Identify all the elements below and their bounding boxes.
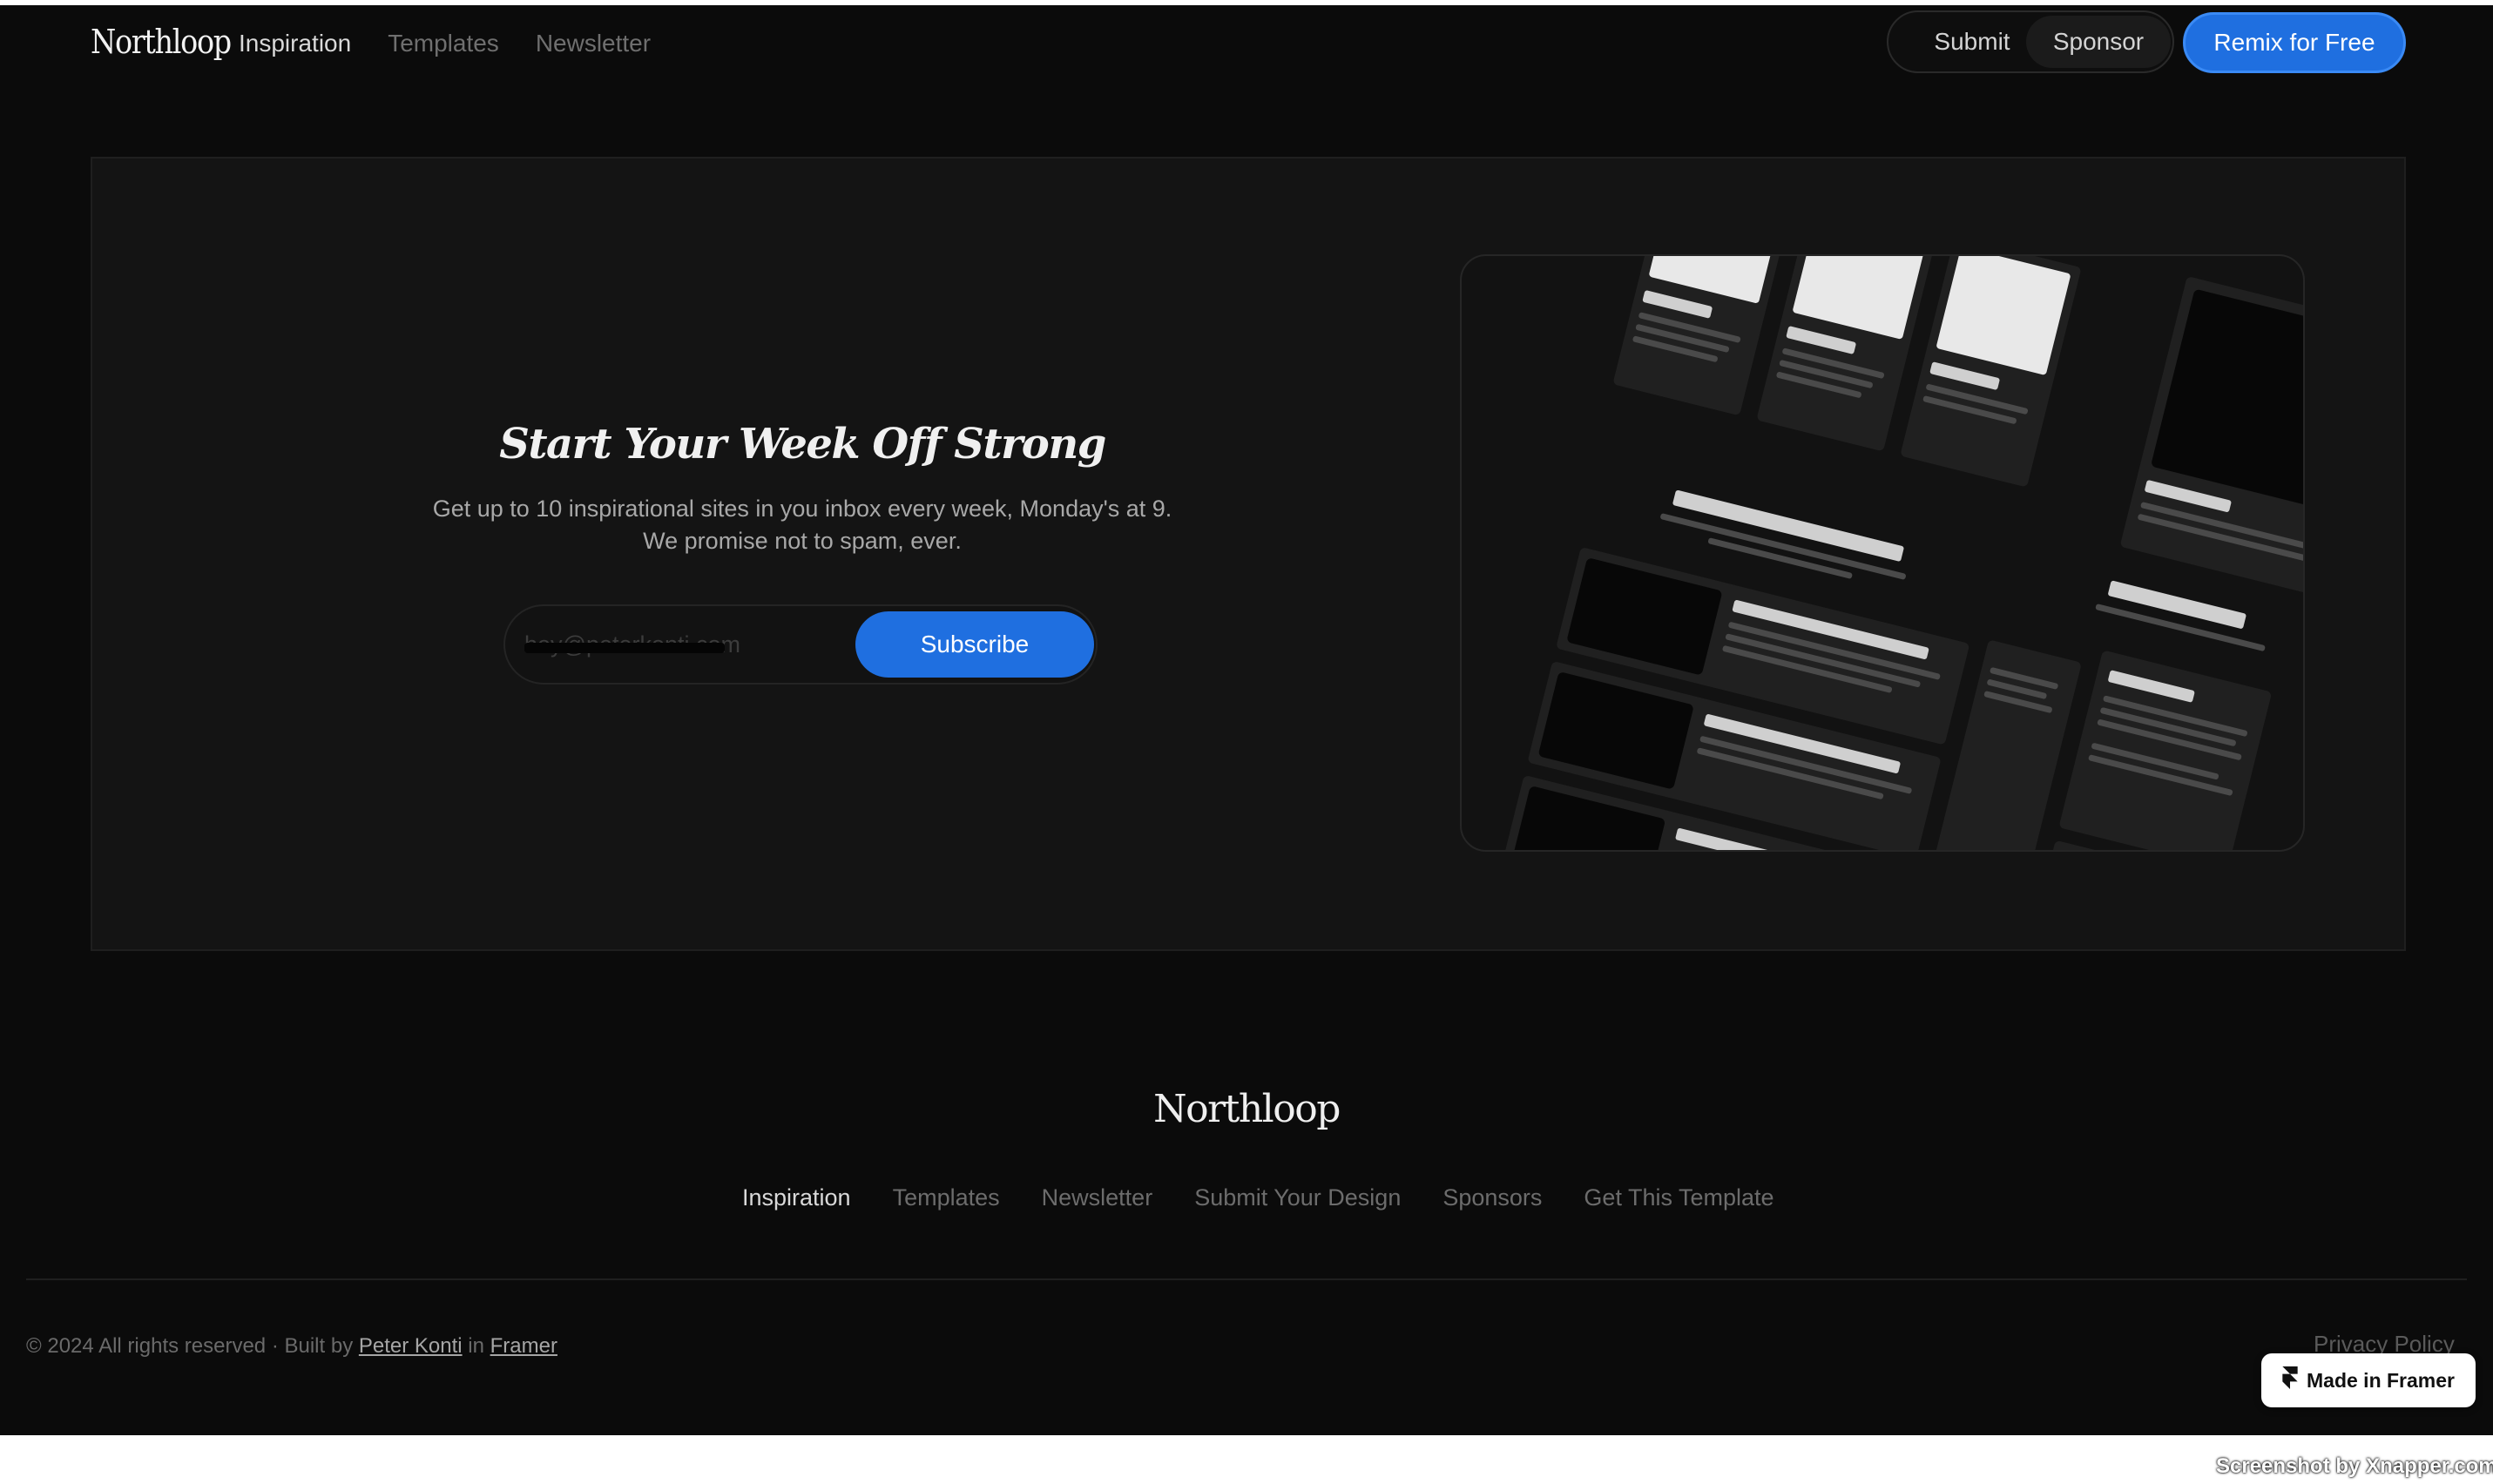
main-nav: Inspiration Templates Newsletter xyxy=(239,30,651,57)
preview-team-card xyxy=(1900,256,2082,488)
preview-case-card xyxy=(2119,275,2303,614)
redaction-bar xyxy=(524,643,725,653)
framer-link[interactable]: Framer xyxy=(490,1334,557,1358)
framer-icon-svg xyxy=(2282,1366,2298,1389)
subscribe-button[interactable]: Subscribe xyxy=(855,611,1094,678)
preview-text xyxy=(2107,670,2195,703)
submit-sponsor-group: Submit Sponsor xyxy=(1887,10,2174,73)
preview-collage xyxy=(1462,256,2303,850)
subscribe-form: Subscribe xyxy=(503,604,1098,685)
preview-dark-image xyxy=(1509,785,1666,850)
submit-button[interactable]: Submit xyxy=(1911,12,2033,71)
preview-portrait xyxy=(1792,256,1928,340)
site-logo[interactable]: Northloop xyxy=(91,23,232,61)
footer-nav-submit-your-design[interactable]: Submit Your Design xyxy=(1194,1184,1401,1211)
author-link[interactable]: Peter Konti xyxy=(359,1334,463,1358)
newsletter-section: Start Your Week Off Strong Get up to 10 … xyxy=(91,157,2406,951)
newsletter-preview-image xyxy=(1460,254,2305,852)
page: Northloop Inspiration Templates Newslett… xyxy=(0,0,2493,1435)
remix-for-free-button[interactable]: Remix for Free xyxy=(2183,12,2406,73)
framer-icon xyxy=(2282,1366,2298,1394)
footer-divider xyxy=(26,1278,2467,1280)
footer-nav-get-this-template[interactable]: Get This Template xyxy=(1584,1184,1773,1211)
nav-newsletter[interactable]: Newsletter xyxy=(536,30,651,57)
newsletter-title: Start Your Week Off Strong xyxy=(499,420,1106,469)
footer-nav-templates[interactable]: Templates xyxy=(893,1184,1000,1211)
copyright-in: in xyxy=(468,1334,484,1358)
footer-nav-inspiration[interactable]: Inspiration xyxy=(742,1184,851,1211)
newsletter-line-2: We promise not to spam, ever. xyxy=(643,528,962,554)
preview-dark-image xyxy=(1537,671,1694,790)
screenshot-watermark: Screenshot by Xnapper.com xyxy=(2216,1454,2493,1478)
newsletter-line-1: Get up to 10 inspirational sites in you … xyxy=(432,496,1172,522)
site-header: Northloop Inspiration Templates Newslett… xyxy=(0,5,2493,89)
nav-inspiration[interactable]: Inspiration xyxy=(239,30,351,57)
newsletter-description: Get up to 10 inspirational sites in you … xyxy=(92,493,1512,557)
copyright-prefix: © 2024 All rights reserved · Built by xyxy=(26,1334,354,1358)
preview-portrait xyxy=(1936,256,2071,376)
made-in-framer-badge[interactable]: Made in Framer xyxy=(2261,1353,2476,1407)
preview-heading xyxy=(2107,580,2247,630)
nav-templates[interactable]: Templates xyxy=(388,30,499,57)
preview-service-card xyxy=(2058,650,2273,850)
footer-nav-newsletter[interactable]: Newsletter xyxy=(1042,1184,1153,1211)
footer-nav-sponsors[interactable]: Sponsors xyxy=(1442,1184,1542,1211)
preview-dark-image xyxy=(1566,556,1723,676)
footer-nav: Inspiration Templates Newsletter Submit … xyxy=(742,1184,1774,1211)
sponsor-button[interactable]: Sponsor xyxy=(2026,16,2171,68)
footer-logo[interactable]: Northloop xyxy=(0,1087,2493,1131)
made-in-framer-label: Made in Framer xyxy=(2307,1368,2455,1392)
copyright-text: © 2024 All rights reserved · Built by Pe… xyxy=(26,1334,557,1359)
